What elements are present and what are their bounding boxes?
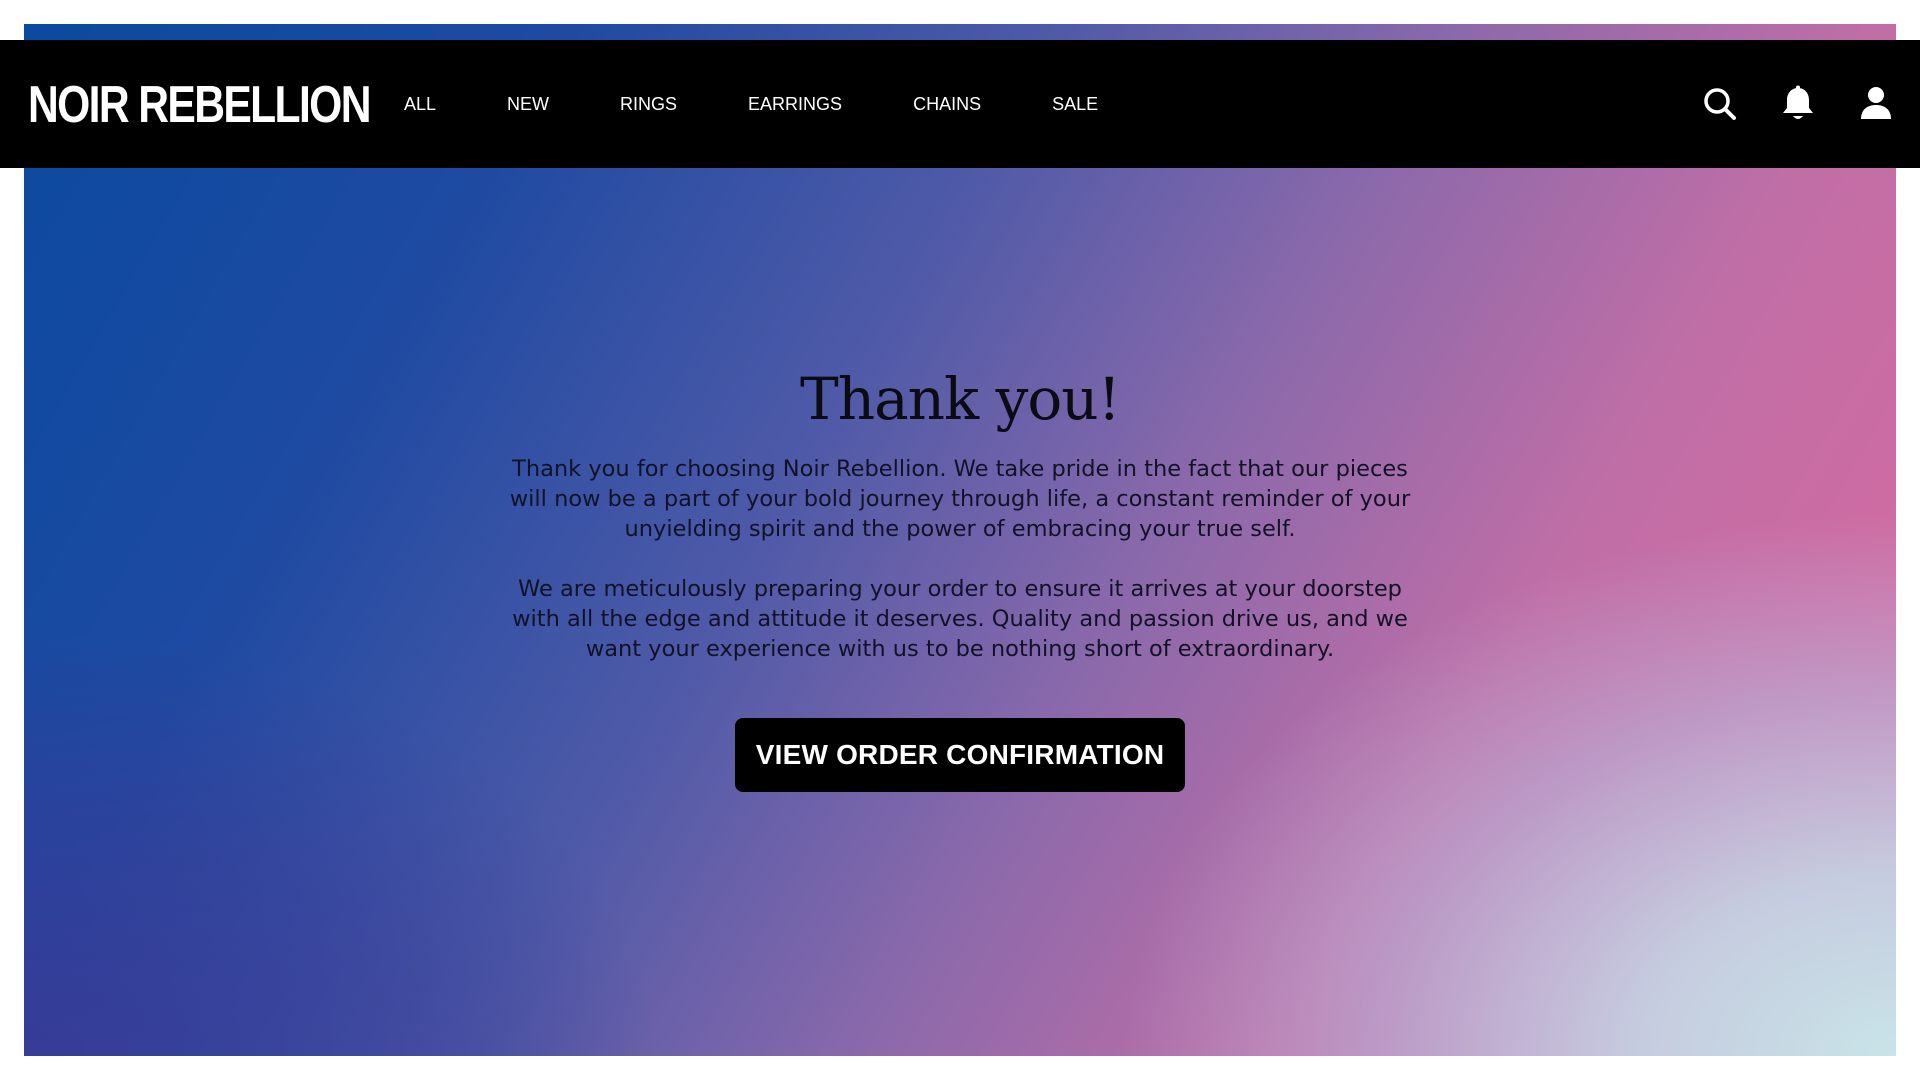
page-title: Thank you! bbox=[800, 365, 1121, 433]
nav-icons bbox=[1662, 40, 1896, 168]
nav-link-rings[interactable]: RINGS bbox=[620, 94, 677, 115]
nav-link-sale[interactable]: SALE bbox=[1052, 94, 1098, 115]
order-prep-paragraph: We are meticulously preparing your order… bbox=[512, 576, 1408, 662]
search-icon[interactable] bbox=[1700, 84, 1740, 124]
nav-links: ALL NEW RINGS EARRINGS CHAINS SALE bbox=[404, 40, 1169, 168]
bell-icon[interactable] bbox=[1778, 84, 1818, 124]
nav-link-new[interactable]: NEW bbox=[507, 94, 549, 115]
nav-link-chains[interactable]: CHAINS bbox=[913, 94, 981, 115]
top-navbar: NOIR REBELLION ALL NEW RINGS EARRINGS CH… bbox=[0, 40, 1920, 168]
brand-logo[interactable]: NOIR REBELLION bbox=[28, 70, 372, 140]
nav-link-earrings[interactable]: EARRINGS bbox=[748, 94, 842, 115]
user-icon[interactable] bbox=[1856, 84, 1896, 124]
nav-link-all[interactable]: ALL bbox=[404, 94, 436, 115]
view-order-confirmation-button[interactable]: VIEW ORDER CONFIRMATION bbox=[735, 718, 1185, 792]
thank-you-paragraph: Thank you for choosing Noir Rebellion. W… bbox=[509, 456, 1411, 542]
